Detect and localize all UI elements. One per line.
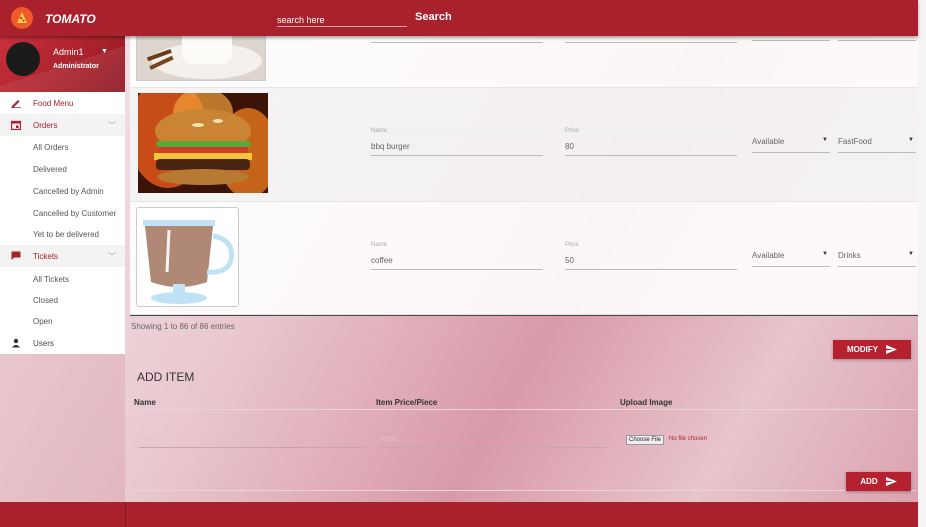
send-arrow-icon — [886, 345, 898, 354]
sidebar-subitem-open[interactable]: Open — [33, 317, 53, 326]
sidebar-subitem-all-tickets[interactable]: All Tickets — [33, 275, 69, 284]
category-select[interactable]: Drinks ▼ — [838, 251, 916, 267]
item-name-field[interactable]: coffee — [371, 256, 543, 270]
availability-value: Available — [752, 137, 785, 146]
chat-icon — [11, 251, 21, 260]
table-row — [130, 0, 918, 88]
item-name-field[interactable]: bbq burger — [371, 142, 543, 156]
choose-file-button[interactable]: Choose File — [626, 435, 665, 445]
person-icon — [12, 338, 20, 348]
availability-value: Available — [752, 251, 785, 260]
price-label: Price — [565, 242, 579, 248]
sidebar-subitem-delivered[interactable]: Delivered — [33, 165, 67, 174]
search-input[interactable] — [277, 13, 407, 27]
availability-select[interactable]: Available ▼ — [752, 137, 830, 153]
profile-role: Administrator — [53, 63, 99, 70]
column-header-upload: Upload Image — [620, 398, 673, 407]
sidebar-subitem-yet-to-be-delivered[interactable]: Yet to be delivered — [33, 230, 99, 239]
new-item-name-input[interactable] — [139, 432, 365, 448]
sidebar-subitem-all-orders[interactable]: All Orders — [33, 143, 69, 152]
item-price-field[interactable]: 50 — [565, 256, 737, 270]
add-label: ADD — [860, 477, 878, 486]
sidebar-item-label: Orders — [33, 120, 58, 130]
price-label: Price — [565, 128, 579, 134]
new-item-price-input[interactable] — [381, 432, 607, 448]
chevron-down-icon: ﹀ — [108, 120, 116, 130]
table-row: Name bbq burger Price 80 Available ▼ Fas… — [130, 88, 918, 202]
pencil-icon — [11, 100, 21, 108]
sidebar-item-label: Food Menu — [33, 98, 74, 108]
sidebar-subitem-cancelled-by-admin[interactable]: Cancelled by Admin — [33, 187, 104, 196]
name-label: Name — [371, 242, 388, 248]
sidebar-item-tickets[interactable]: Tickets ﹀ — [0, 245, 125, 267]
scrollbar-track[interactable] — [918, 0, 926, 527]
modify-button[interactable]: MODIFY — [833, 340, 911, 359]
caret-down-icon: ▼ — [908, 251, 914, 257]
add-button[interactable]: ADD — [846, 472, 911, 491]
add-item-title: ADD ITEM — [137, 370, 195, 384]
sidebar-filler — [0, 354, 125, 504]
footer-divider — [125, 502, 126, 527]
calendar-icon — [11, 120, 21, 130]
sidebar-item-orders[interactable]: Orders ﹀ — [0, 114, 125, 136]
sidebar-subitem-closed[interactable]: Closed — [33, 296, 58, 305]
name-label: Name — [371, 128, 388, 134]
top-app-bar: TOMATO Search — [0, 0, 918, 36]
profile-name[interactable]: Admin1 — [53, 47, 84, 57]
modify-label: MODIFY — [846, 345, 879, 354]
brand-name[interactable]: TOMATO — [45, 12, 96, 26]
footer-bar — [0, 502, 918, 527]
sidebar-item-label: Users — [33, 338, 54, 348]
category-select[interactable]: FastFood ▼ — [838, 137, 916, 153]
table-row: Name coffee Price 50 Available ▼ Drinks … — [130, 202, 918, 315]
caret-down-icon: ▼ — [822, 137, 828, 143]
pizza-logo-icon[interactable] — [11, 7, 33, 29]
category-value: FastFood — [838, 137, 872, 146]
food-image — [138, 93, 268, 193]
caret-down-icon: ▼ — [908, 137, 914, 143]
availability-select[interactable]: Available ▼ — [752, 251, 830, 267]
caret-down-icon[interactable]: ▼ — [101, 48, 108, 55]
sidebar-subitem-cancelled-by-customer[interactable]: Cancelled by Customer — [33, 209, 116, 218]
caret-down-icon: ▼ — [822, 251, 828, 257]
category-value: Drinks — [838, 251, 861, 260]
sidebar: Food Menu Orders ﹀ All Orders Delivered … — [0, 92, 125, 354]
divider — [131, 490, 916, 491]
search-button[interactable]: Search — [415, 11, 452, 23]
send-arrow-icon — [885, 477, 897, 486]
column-header-price: Item Price/Piece — [376, 398, 438, 407]
sidebar-item-users[interactable]: Users — [0, 332, 125, 354]
sidebar-item-label: Tickets — [33, 251, 59, 261]
avatar[interactable] — [6, 42, 40, 76]
profile-card: Admin1 ▼ Administrator — [0, 36, 125, 92]
item-price-field[interactable]: 80 — [565, 142, 737, 156]
divider — [131, 409, 916, 410]
column-header-name: Name — [134, 398, 156, 407]
sidebar-item-food-menu[interactable]: Food Menu — [0, 92, 125, 114]
chevron-down-icon: ﹀ — [108, 251, 116, 261]
file-status: No file chosen — [669, 436, 708, 442]
table-info: Showing 1 to 86 of 86 entries — [131, 322, 235, 331]
food-image — [136, 207, 239, 307]
